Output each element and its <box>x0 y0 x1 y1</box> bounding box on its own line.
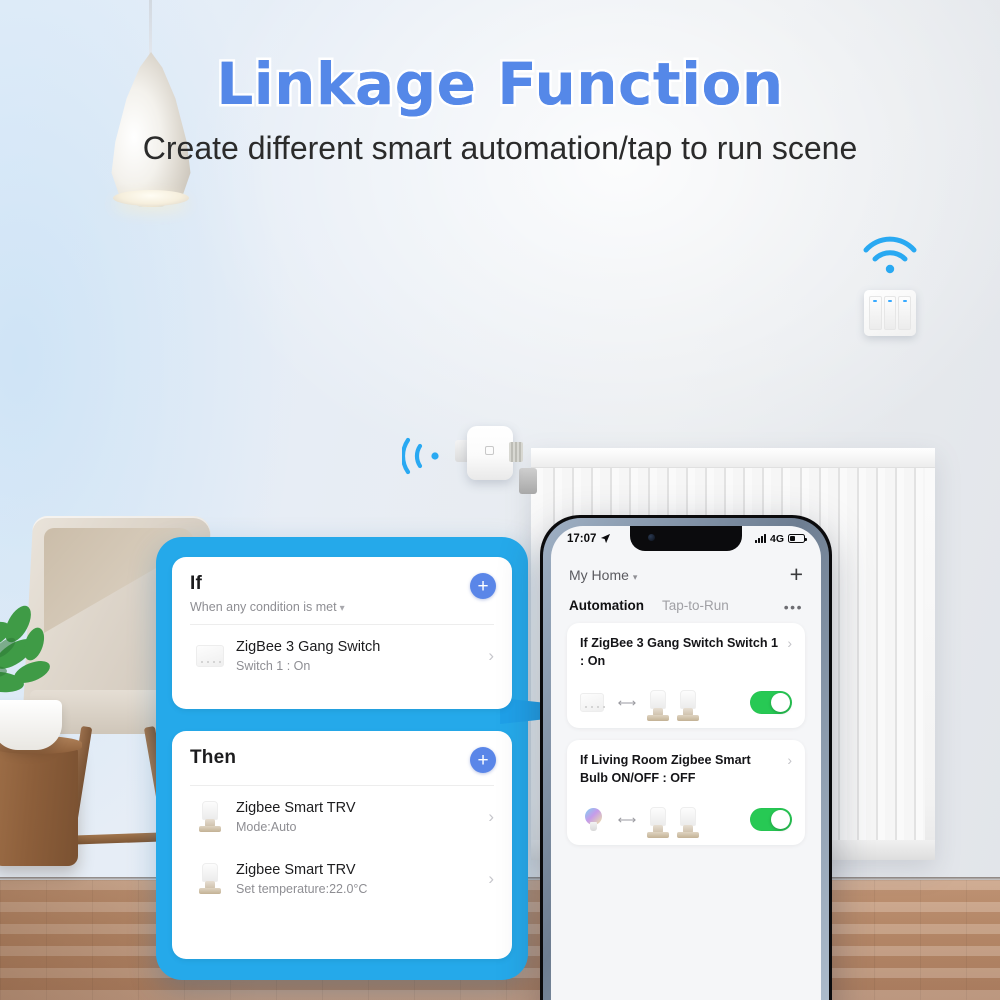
status-bar-left: 17:07 <box>567 533 611 545</box>
then-card-title: Then <box>190 747 237 768</box>
phone-screen: 17:07 4G My Home ▾ + Automation Tap-to-Ru… <box>551 526 821 1000</box>
status-time: 17:07 <box>567 532 597 545</box>
zigbee-smart-trv-icon <box>674 806 700 838</box>
trv-nut <box>509 442 523 462</box>
tab-tap-to-run[interactable]: Tap-to-Run <box>662 598 729 613</box>
phone-notch <box>630 526 742 551</box>
chevron-right-icon: › <box>488 646 494 665</box>
if-card-add-button[interactable]: + <box>470 573 496 599</box>
page-subtitle: Create different smart automation/tap to… <box>142 130 858 166</box>
radiator-top-cap <box>531 448 935 468</box>
potted-plant <box>0 605 50 693</box>
if-card-condition-select[interactable]: When any condition is met ▾ <box>190 600 494 614</box>
link-arrow-icon: ⟷ <box>617 811 637 827</box>
side-table <box>0 742 78 866</box>
page-title: Linkage Function <box>216 50 784 118</box>
chevron-right-icon: › <box>488 807 494 826</box>
automation-card[interactable]: If Living Room Zigbee Smart Bulb ON/OFF … <box>567 739 805 845</box>
network-label: 4G <box>769 532 784 545</box>
zigbee-smart-trv-icon <box>190 859 230 899</box>
then-action-text: Zigbee Smart TRV Set temperature:22.0°C <box>236 862 480 896</box>
if-condition-device-state: Switch 1 : On <box>236 659 311 673</box>
automation-card[interactable]: If ZigBee 3 Gang Switch Switch 1 : On › … <box>567 623 805 728</box>
then-action-row[interactable]: Zigbee Smart TRV Set temperature:22.0°C … <box>172 848 512 910</box>
wall-switch-gang-2 <box>883 296 897 330</box>
if-card-header: If When any condition is met ▾ + <box>172 557 512 624</box>
then-action-device-name: Zigbee Smart TRV <box>236 862 356 878</box>
chevron-right-icon[interactable]: › <box>787 752 792 768</box>
plant-pot <box>0 700 62 750</box>
then-action-device-state: Mode:Auto <box>236 820 297 834</box>
zigbee-smart-trv-icon <box>644 689 670 721</box>
zigbee-smart-trv-icon <box>644 806 670 838</box>
wall-switch-gang-1 <box>869 296 882 330</box>
battery-icon <box>788 534 807 543</box>
chevron-right-icon: › <box>488 869 494 888</box>
add-device-button[interactable]: + <box>790 563 803 586</box>
then-action-device-name: Zigbee Smart TRV <box>236 800 356 816</box>
wifi-icon <box>863 236 917 274</box>
automation-toggle[interactable] <box>750 691 792 715</box>
automation-toggle[interactable] <box>750 808 792 831</box>
trv-signal-waves-icon <box>402 437 439 475</box>
automation-title: If ZigBee 3 Gang Switch Switch 1 : On <box>580 636 779 668</box>
tab-automation[interactable]: Automation <box>569 598 644 613</box>
automation-card-devices: ⟷ <box>580 806 792 838</box>
chevron-right-icon[interactable]: › <box>787 635 792 651</box>
wall-switch-gangs <box>869 296 912 330</box>
then-card-header: Then + <box>172 731 512 779</box>
zigbee-smart-trv-icon <box>674 689 700 721</box>
automation-title: If Living Room Zigbee Smart Bulb ON/OFF … <box>580 752 751 785</box>
then-action-device-state: Set temperature:22.0°C <box>236 882 368 896</box>
smart-bulb-icon <box>580 806 606 834</box>
then-card-add-button[interactable]: + <box>470 747 496 773</box>
status-bar-right: 4G <box>754 532 807 545</box>
then-card: Then + Zigbee Smart TRV Mode:Auto › Zigb… <box>172 731 512 959</box>
home-selector[interactable]: My Home ▾ <box>569 567 637 583</box>
if-card: If When any condition is met ▾ + ZigBee 3… <box>172 557 512 709</box>
pendant-lamp-glow <box>113 190 189 206</box>
location-arrow-icon <box>601 533 611 544</box>
front-camera-icon <box>648 534 655 541</box>
zigbee-smart-trv-icon <box>190 797 230 837</box>
zigbee-3-gang-switch-icon <box>580 689 606 717</box>
trv-logo-icon <box>485 446 494 455</box>
if-card-condition-label: When any condition is met <box>190 600 337 614</box>
chevron-down-icon: ▾ <box>632 571 638 582</box>
if-condition-device-name: ZigBee 3 Gang Switch <box>236 639 381 655</box>
if-condition-row[interactable]: ZigBee 3 Gang Switch Switch 1 : On › <box>172 625 512 687</box>
link-arrow-icon: ⟷ <box>617 694 637 710</box>
scene-root: Linkage Function Linkage Function Create… <box>0 0 1000 1000</box>
radiator-valve-port <box>519 468 537 494</box>
automation-card-header: If ZigBee 3 Gang Switch Switch 1 : On › <box>580 635 792 671</box>
home-name-label: My Home <box>569 566 629 583</box>
smart-trv-device <box>455 424 523 480</box>
wall-switch-gang-3 <box>898 296 912 330</box>
then-action-text: Zigbee Smart TRV Mode:Auto <box>236 800 480 834</box>
app-header: My Home ▾ + <box>551 551 821 592</box>
signal-bars-icon <box>754 534 766 543</box>
automation-card-devices: ⟷ <box>580 689 792 721</box>
automation-card-header: If Living Room Zigbee Smart Bulb ON/OFF … <box>580 752 792 788</box>
chevron-down-icon: ▾ <box>339 603 345 614</box>
more-options-button[interactable]: ••• <box>784 599 803 615</box>
then-action-row[interactable]: Zigbee Smart TRV Mode:Auto › <box>172 786 512 848</box>
if-condition-text: ZigBee 3 Gang Switch Switch 1 : On <box>236 639 480 673</box>
if-card-title: If <box>190 573 203 594</box>
tab-bar: Automation Tap-to-Run ••• <box>551 592 821 623</box>
zigbee-3-gang-switch-icon <box>190 636 230 676</box>
